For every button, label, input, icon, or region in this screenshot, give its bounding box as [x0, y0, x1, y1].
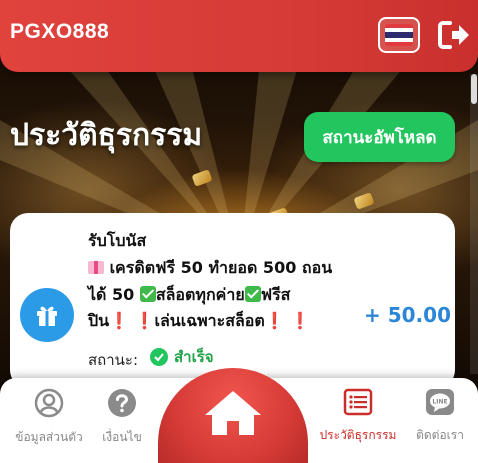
- exclamation-icon: ❗: [290, 311, 311, 330]
- svg-text:LINE: LINE: [432, 399, 447, 406]
- status-badge: สำเร็จ: [150, 345, 214, 369]
- logout-icon: [438, 21, 469, 49]
- user-icon: [34, 388, 64, 418]
- scrollbar-thumb[interactable]: [471, 74, 477, 104]
- transaction-desc-text: ฟรีส: [260, 285, 291, 304]
- nav-item-contact[interactable]: LINE ติดต่อเรา: [395, 388, 478, 445]
- exclamation-icon: ❗: [264, 311, 285, 330]
- app-header: PGXO888: [0, 0, 478, 72]
- question-icon: [108, 389, 136, 417]
- nav-item-transactions[interactable]: ประวัติธุรกรรม: [313, 388, 403, 445]
- transaction-desc-text: สล็อตทุกค่าย: [155, 285, 245, 304]
- brand-logo[interactable]: PGXO888: [10, 20, 109, 44]
- check-box-icon: [139, 286, 156, 302]
- transaction-desc-line: ได้ 50 สล็อตทุกค่าย ฟรีส: [88, 283, 290, 308]
- home-icon: [205, 391, 261, 435]
- exclamation-icon: ❗: [109, 311, 130, 330]
- gift-emoji-icon: [88, 261, 104, 274]
- nav-label: ติดต่อเรา: [416, 428, 464, 442]
- transaction-desc-line: เครดิตฟรี 50 ทำยอด 500 ถอน: [88, 256, 332, 281]
- language-button[interactable]: [378, 17, 420, 53]
- status-value: สำเร็จ: [174, 348, 214, 366]
- transaction-desc-line: ปิน❗ ❗เล่นเฉพาะสล็อต❗ ❗: [88, 309, 310, 334]
- nav-label: ประวัติธุรกรรม: [319, 428, 397, 442]
- logout-button[interactable]: [438, 20, 470, 50]
- page-title: ประวัติธุรกรรม: [10, 118, 203, 153]
- transaction-amount: + 50.00: [364, 303, 451, 327]
- gift-icon: [37, 306, 57, 326]
- list-icon: [343, 388, 373, 416]
- transaction-desc-text: ได้ 50: [88, 285, 135, 304]
- exclamation-icon: ❗: [134, 311, 155, 330]
- transaction-desc-text: ปิน: [88, 311, 110, 330]
- transaction-card[interactable]: รับโบนัส เครดิตฟรี 50 ทำยอด 500 ถอน ได้ …: [10, 213, 455, 388]
- transaction-desc-text: เล่นเฉพาะสล็อต: [154, 311, 265, 330]
- scrollbar[interactable]: [470, 74, 478, 374]
- transaction-title: รับโบนัส: [88, 231, 147, 250]
- transaction-type-badge: [20, 288, 74, 342]
- check-circle-icon: [150, 348, 168, 366]
- upload-status-button[interactable]: สถานะอัพโหลด: [304, 112, 455, 162]
- nav-item-terms[interactable]: เงื่อนไข: [77, 388, 167, 447]
- thailand-flag-icon: [385, 24, 413, 46]
- line-icon: LINE: [426, 389, 454, 415]
- nav-label: เงื่อนไข: [102, 430, 142, 444]
- check-box-icon: [244, 286, 261, 302]
- status-label: สถานะ:: [88, 351, 139, 369]
- transaction-desc-text: เครดิตฟรี 50 ทำยอด 500 ถอน: [109, 258, 333, 277]
